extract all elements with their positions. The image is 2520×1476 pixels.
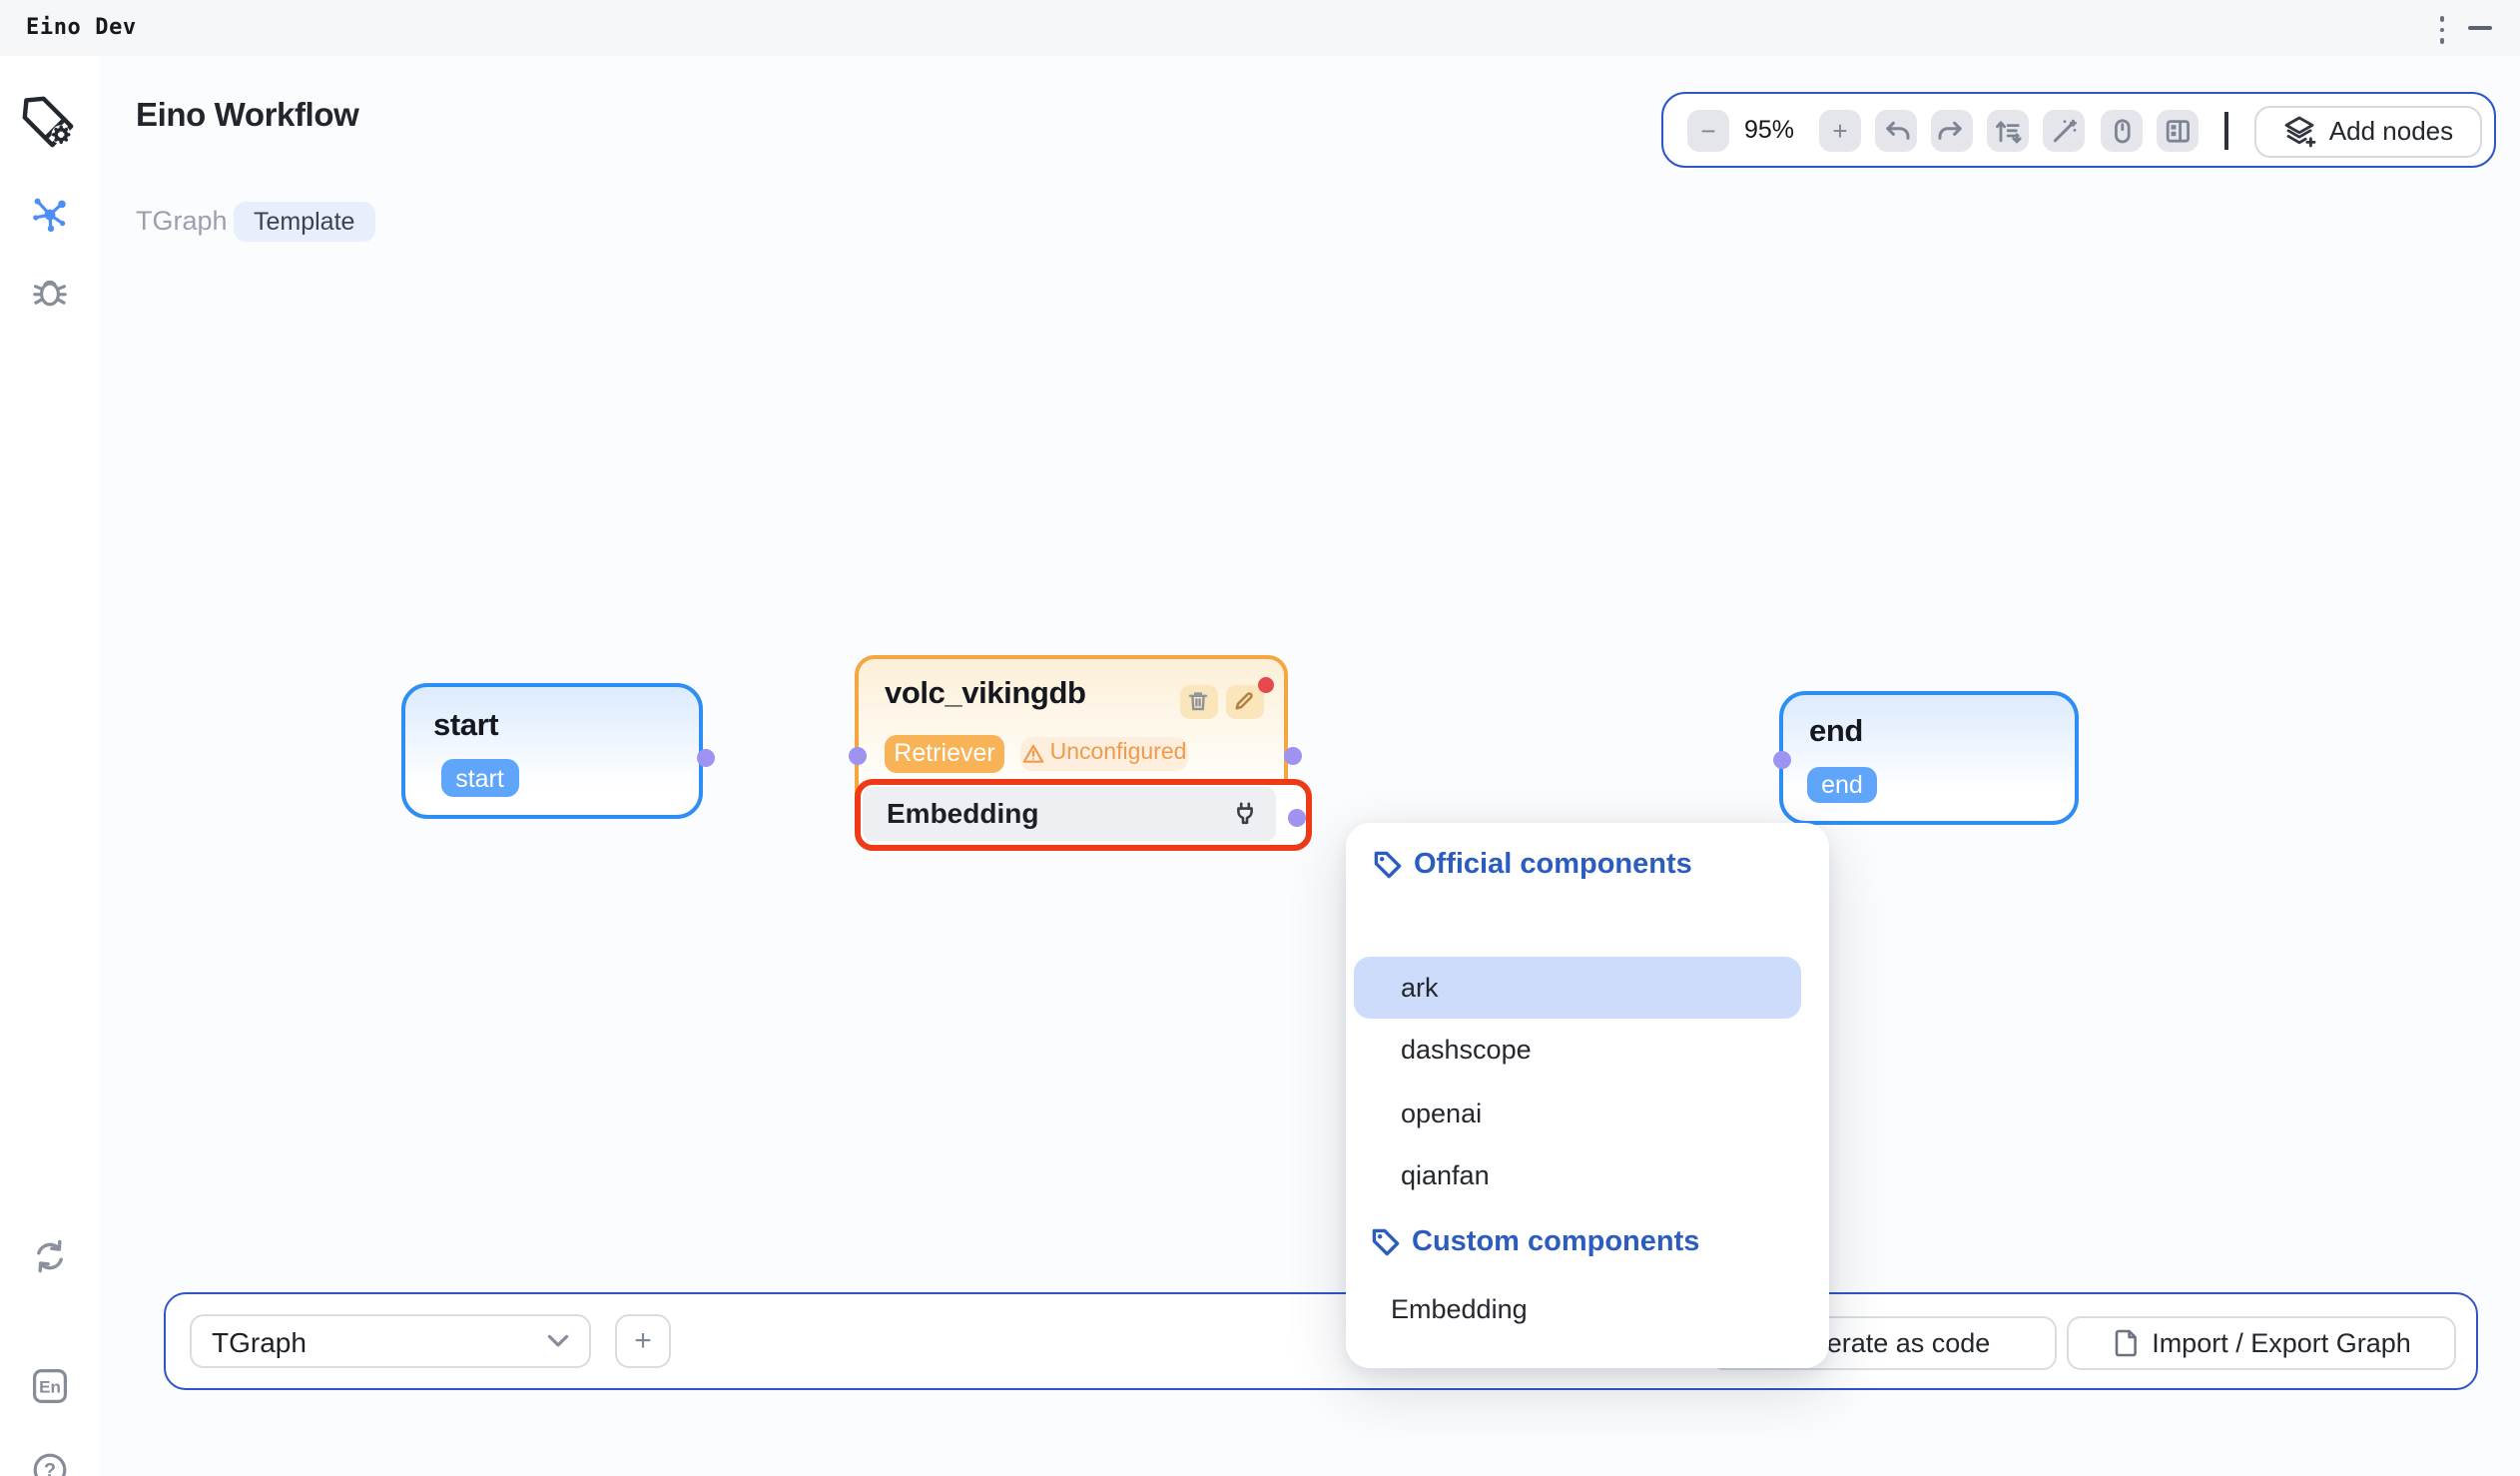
sort-icon: [1993, 115, 2023, 145]
undo-button[interactable]: [1875, 109, 1917, 151]
component-picker-panel: Official components embedding ark dashsc…: [1346, 822, 1829, 1367]
graph-select-value: TGraph: [212, 1325, 307, 1357]
chevron-down-icon: [547, 1334, 569, 1348]
page-title: Eino Workflow: [136, 98, 358, 136]
zoom-in-button[interactable]: +: [1819, 109, 1861, 151]
embedding-slot-row[interactable]: Embedding: [863, 786, 1276, 840]
toolbar-divider: [2224, 112, 2227, 150]
help-question-label: ?: [44, 1460, 56, 1476]
node-start[interactable]: start start: [401, 683, 703, 819]
window-title: Eino Dev: [26, 14, 137, 40]
node-start-output-port[interactable]: [697, 748, 715, 766]
node-volc-status-badge: Unconfigured: [1020, 736, 1188, 771]
undo-icon: [1881, 115, 1911, 145]
component-item-embedding[interactable]: Embedding: [1353, 1277, 1801, 1340]
minimap-button[interactable]: [2157, 109, 2199, 151]
sidebar: En ?: [0, 56, 100, 1476]
magic-wand-icon: [2049, 115, 2079, 145]
add-graph-button[interactable]: +: [615, 1314, 671, 1368]
plug-icon: [1232, 800, 1258, 826]
embedding-slot-highlight[interactable]: Embedding: [854, 778, 1312, 851]
app-logo-icon[interactable]: [0, 92, 100, 152]
graph-select[interactable]: TGraph: [190, 1314, 591, 1368]
sidebar-item-language[interactable]: En: [0, 1368, 100, 1404]
redo-icon: [1937, 115, 1967, 145]
node-end[interactable]: end end: [1779, 690, 2079, 824]
document-icon: [2112, 1327, 2138, 1357]
zoom-level-label: 95%: [1727, 116, 1811, 144]
auto-layout-button[interactable]: [2043, 109, 2085, 151]
layers-plus-icon: [2283, 114, 2317, 148]
node-volc-input-port[interactable]: [848, 747, 866, 765]
redo-button[interactable]: [1931, 109, 1973, 151]
add-nodes-button[interactable]: Add nodes: [2254, 105, 2482, 157]
app-root: Eino Dev: [0, 0, 2520, 1476]
node-end-input-port[interactable]: [1772, 751, 1790, 769]
unsaved-indicator-dot: [1258, 677, 1274, 693]
node-start-title: start: [433, 709, 498, 745]
edit-node-button[interactable]: [1226, 684, 1263, 719]
node-start-type-badge: start: [441, 759, 518, 797]
sidebar-item-debug[interactable]: [0, 272, 100, 312]
mouse-icon: [2107, 115, 2137, 145]
pencil-icon: [1233, 690, 1257, 714]
node-volc-title: volc_vikingdb: [885, 676, 1086, 712]
sort-nodes-button[interactable]: [1987, 109, 2029, 151]
status-badge-label: Unconfigured: [1050, 742, 1187, 766]
add-nodes-label: Add nodes: [2329, 116, 2453, 146]
tag-icon: [1372, 848, 1404, 880]
pan-mode-button[interactable]: [2101, 109, 2143, 151]
panel-layout-icon: [2163, 115, 2193, 145]
component-item-openai[interactable]: openai: [1353, 1082, 1801, 1144]
sidebar-item-refresh[interactable]: [0, 1236, 100, 1276]
component-item-qianfan[interactable]: qianfan: [1353, 1144, 1801, 1207]
sidebar-item-workflow[interactable]: [0, 192, 100, 236]
language-en-label: En: [39, 1378, 61, 1397]
trash-icon: [1187, 690, 1211, 714]
node-end-type-badge: end: [1807, 766, 1877, 803]
node-volc-type-badge: Retriever: [885, 734, 1004, 772]
graph-name-label: TGraph: [136, 206, 228, 236]
node-volc-output-port[interactable]: [1283, 747, 1301, 765]
official-components-label: Official components: [1414, 848, 1692, 880]
import-export-button[interactable]: Import / Export Graph: [2067, 1315, 2456, 1369]
workflow-canvas[interactable]: Eino Workflow TGraph Template − 95% +: [100, 56, 2520, 1476]
embedding-slot-label: Embedding: [887, 786, 1038, 840]
custom-components-label: Custom components: [1412, 1225, 1699, 1257]
official-components-header: Official components: [1372, 848, 1692, 880]
import-export-label: Import / Export Graph: [2152, 1327, 2411, 1357]
tag-icon: [1370, 1225, 1402, 1257]
component-item-ark[interactable]: ark: [1353, 956, 1801, 1019]
template-badge: Template: [234, 202, 374, 242]
node-end-title: end: [1809, 714, 1863, 750]
sidebar-item-help[interactable]: ?: [0, 1452, 100, 1476]
zoom-out-button[interactable]: −: [1687, 109, 1729, 151]
window-minimize-icon[interactable]: [2468, 26, 2492, 30]
embedding-slot-port[interactable]: [1288, 808, 1306, 826]
custom-components-header: Custom components: [1370, 1225, 1699, 1257]
warning-icon: [1022, 743, 1044, 765]
window-menu-kebab-icon[interactable]: [2432, 16, 2452, 44]
canvas-toolbar: − 95% +: [1661, 92, 2496, 168]
component-item-dashscope[interactable]: dashscope: [1353, 1019, 1801, 1082]
delete-node-button[interactable]: [1180, 684, 1217, 719]
window-titlebar: Eino Dev: [0, 0, 2520, 56]
